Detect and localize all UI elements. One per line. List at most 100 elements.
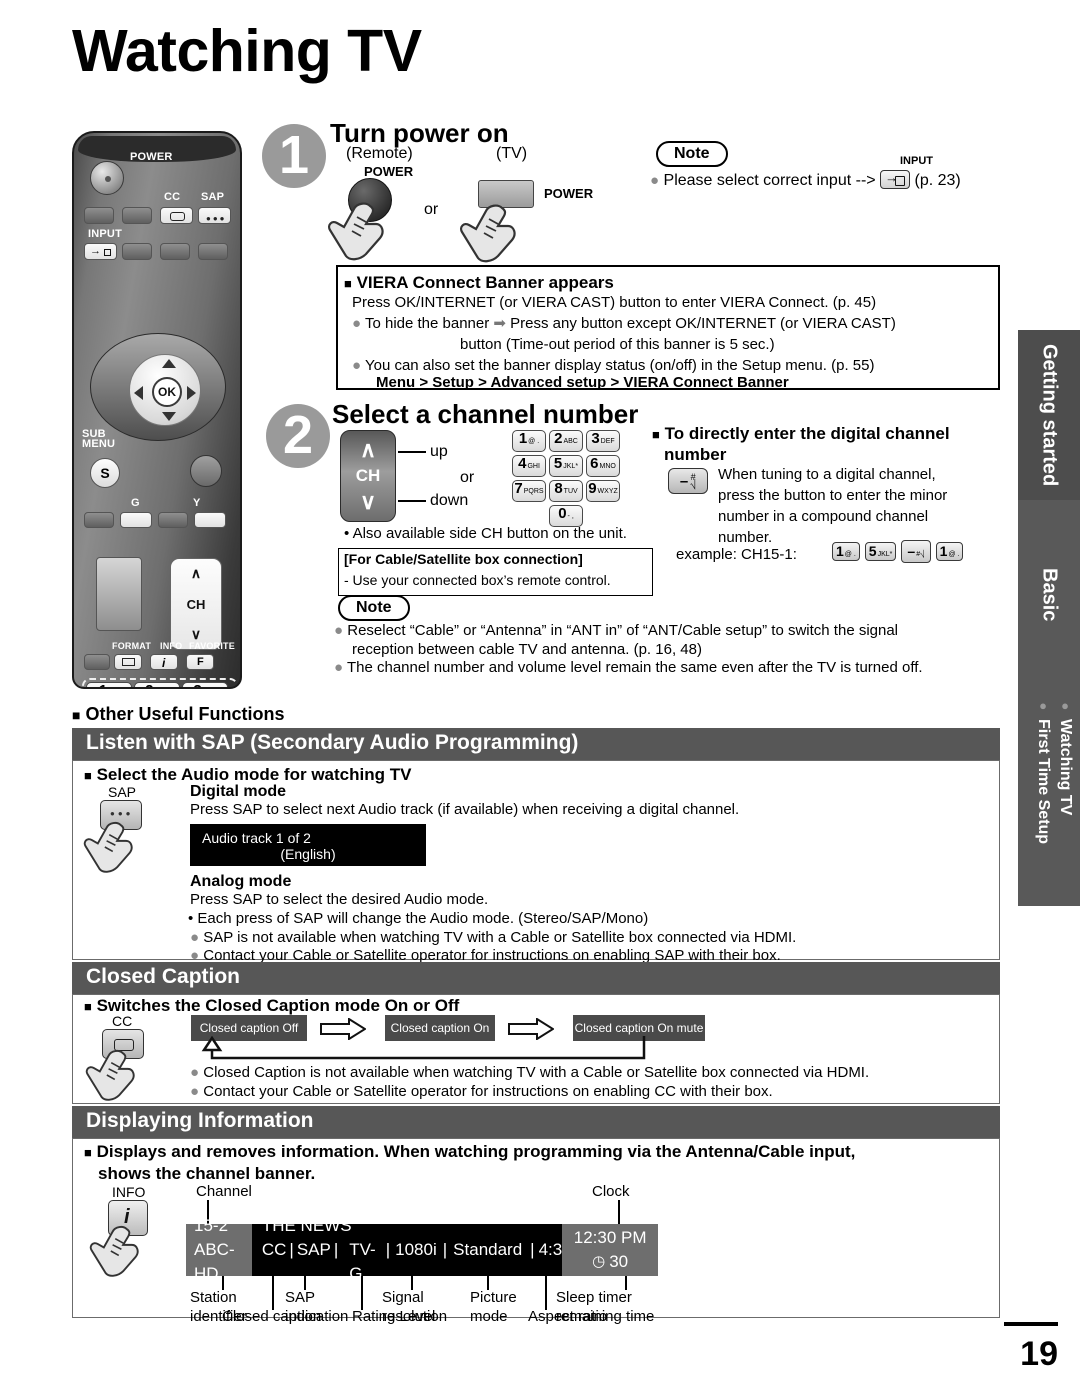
sidebar-tab-getting-started[interactable]: Getting started — [1018, 330, 1080, 500]
remote-color-btn1[interactable] — [84, 512, 114, 528]
remote-key-2[interactable]: 2ABC — [134, 682, 180, 687]
keypad-graphic-key-5[interactable]: 5 JKL* — [549, 455, 583, 477]
cable-box-line: - Use your connected box’s remote contro… — [344, 572, 611, 588]
numpad-graphic[interactable]: 1 @ . 2 ABC 3 DEF 4 GHI 5 JKL* 6 MNO 7 PQRS 8 TUV 9 WXYZ 0… — [512, 430, 620, 527]
key-digit: 2 — [554, 430, 563, 447]
leader-aspect — [545, 1276, 547, 1310]
remote-y-label: Y — [193, 497, 201, 509]
dash-glyph: – — [907, 543, 916, 559]
note-2-label: Note — [338, 595, 410, 621]
remote-favorite-button[interactable]: F — [186, 654, 214, 670]
arrow-left-icon — [134, 386, 143, 400]
remote-color-btn3[interactable] — [158, 512, 188, 528]
viera-menu-path: Menu > Setup > Advanced setup > VIERA Co… — [376, 374, 789, 391]
keypad-graphic-key-9[interactable]: 9 WXYZ — [586, 480, 620, 502]
sidebar-tab-basic[interactable]: Basic — [1018, 500, 1080, 690]
input-icon-caption: INPUT — [900, 155, 933, 167]
remote-input-label: INPUT — [88, 228, 122, 240]
divider: | — [530, 1240, 535, 1259]
remote-power-label: POWER — [130, 151, 173, 163]
keypad-graphic-key-4[interactable]: 4 GHI — [512, 455, 546, 477]
direct-heading-line2: number — [664, 445, 727, 464]
dash-hash-key-graphic[interactable]: – # ⎷ — [668, 468, 708, 494]
display-info-heading-line2: shows the channel banner. — [98, 1164, 316, 1183]
remote-btn-a1[interactable] — [84, 207, 114, 224]
sap-dots-icon: ●●● — [206, 214, 227, 223]
remote-btn-a2[interactable] — [122, 207, 152, 224]
direct-body-line4: number. — [718, 529, 773, 546]
banner-cc-indicator: CC — [261, 1240, 287, 1259]
banner-channel-number: 15-2 — [194, 1216, 229, 1235]
remote-submenu-button[interactable]: S — [90, 458, 120, 488]
example-key-dash-hash: – #⎷ — [901, 540, 931, 563]
remote-color-btn-y[interactable] — [194, 512, 226, 528]
remote-info-button[interactable]: i — [150, 654, 178, 670]
pointing-hand-icon-cc — [84, 1046, 142, 1109]
remote-btn-b4[interactable] — [198, 243, 228, 260]
sap-key-caption: SAP — [108, 784, 137, 800]
remote-ch-rocker[interactable]: ∧ CH ∨ — [170, 558, 222, 650]
remote-btn-c1[interactable] — [84, 654, 110, 670]
keypad-graphic-key-0[interactable]: 0- , — [549, 505, 583, 527]
ch-down-label: down — [430, 492, 469, 509]
viera-heading-text: VIERA Connect Banner appears — [356, 273, 614, 292]
arrow-right-icon — [187, 386, 196, 400]
note-1-text-post: (p. 23) — [914, 172, 961, 189]
key-sublabel: TUV — [563, 488, 578, 495]
bullet-icon: ● — [190, 1083, 200, 1100]
sap-analog-line: Press SAP to select the desired Audio mo… — [190, 891, 489, 908]
key-sublabel: GHI — [527, 463, 540, 470]
divider: | — [289, 1240, 294, 1259]
remote-cc-button[interactable] — [160, 207, 193, 224]
note-1-text-pre: Please select correct input --> — [663, 172, 876, 189]
info-i-icon: i — [162, 656, 166, 670]
bullet-icon: ● — [1035, 698, 1051, 713]
remote-dpad[interactable]: OK — [90, 333, 226, 441]
sidebar-item-watching-tv[interactable]: ● Watching TV — [1056, 698, 1074, 815]
remote-volume-rocker[interactable] — [96, 557, 142, 631]
remote-input-button[interactable]: → — [84, 243, 117, 260]
cc-loop-arrow-icon — [200, 1035, 660, 1066]
note-2-line-2: reception between cable TV and antenna. … — [352, 641, 702, 658]
keypad-graphic-key-7[interactable]: 7 PQRS — [512, 480, 546, 502]
key-sublabel: @ . — [948, 551, 960, 558]
example-key-1: 1 @ . — [935, 542, 964, 561]
remote-sap-button[interactable]: ●●● — [198, 207, 231, 224]
keypad-graphic-key-2[interactable]: 2 ABC — [549, 430, 583, 452]
banner-program-block: THE NEWS CC | SAP | TV-G | 1080i | Stand… — [251, 1216, 563, 1283]
keypad-graphic-key-6[interactable]: 6 MNO — [586, 455, 620, 477]
keypad-graphic-key-1[interactable]: 1 @ . — [512, 430, 546, 452]
format-icon — [122, 658, 135, 666]
label-closed-caption: Closed caption — [222, 1308, 322, 1325]
arrow-up-icon — [162, 359, 176, 368]
remote-format-button[interactable] — [114, 654, 142, 670]
input-icon — [880, 170, 911, 189]
remote-key-1[interactable]: 1@ . — [86, 682, 132, 687]
direct-entry-heading: ■ To directly enter the digital channel — [652, 423, 1002, 444]
remote-color-btn-g[interactable] — [120, 512, 152, 528]
or-label-step1: or — [424, 201, 439, 218]
key-digit: 3 — [193, 683, 201, 687]
direct-body-line3: number in a compound channel — [718, 508, 929, 525]
power-label-tv: POWER — [544, 186, 594, 201]
input-box-icon — [104, 249, 111, 256]
sap-label-1: SAP — [285, 1289, 316, 1306]
key-sublabel: WXYZ — [597, 488, 618, 495]
sidebar-item-first-time-setup[interactable]: ● First Time Setup — [1034, 698, 1052, 844]
ch-rocker-graphic[interactable]: ∧ CH ∨ — [340, 430, 396, 522]
remote-btn-b3[interactable] — [160, 243, 190, 260]
keypad-graphic-key-8[interactable]: 8 TUV — [549, 480, 583, 502]
keypad-graphic-key-3[interactable]: 3 DEF — [586, 430, 620, 452]
sap-note-1: ● SAP is not available when watching TV … — [190, 929, 796, 948]
other-useful-heading: ■ Other Useful Functions — [72, 703, 285, 726]
key-digit: 5 — [868, 543, 877, 559]
remote-numpad[interactable]: 1@ .2ABC3DEF4GHI5JKL*6MNO7PQRS8TUV9WXYZ0… — [86, 682, 234, 687]
key-digit: 1 — [939, 543, 948, 559]
remote-btn-b2[interactable] — [122, 243, 152, 260]
remote-power-button[interactable] — [90, 161, 124, 195]
sidebar-list-container: ● Watching TV ● First Time Setup — [1018, 690, 1080, 906]
remote-ok-button[interactable]: OK — [152, 377, 182, 407]
remote-key-3[interactable]: 3DEF — [182, 682, 228, 687]
remote-dpad-inner[interactable]: OK — [129, 354, 201, 426]
remote-round-button[interactable] — [190, 455, 222, 487]
